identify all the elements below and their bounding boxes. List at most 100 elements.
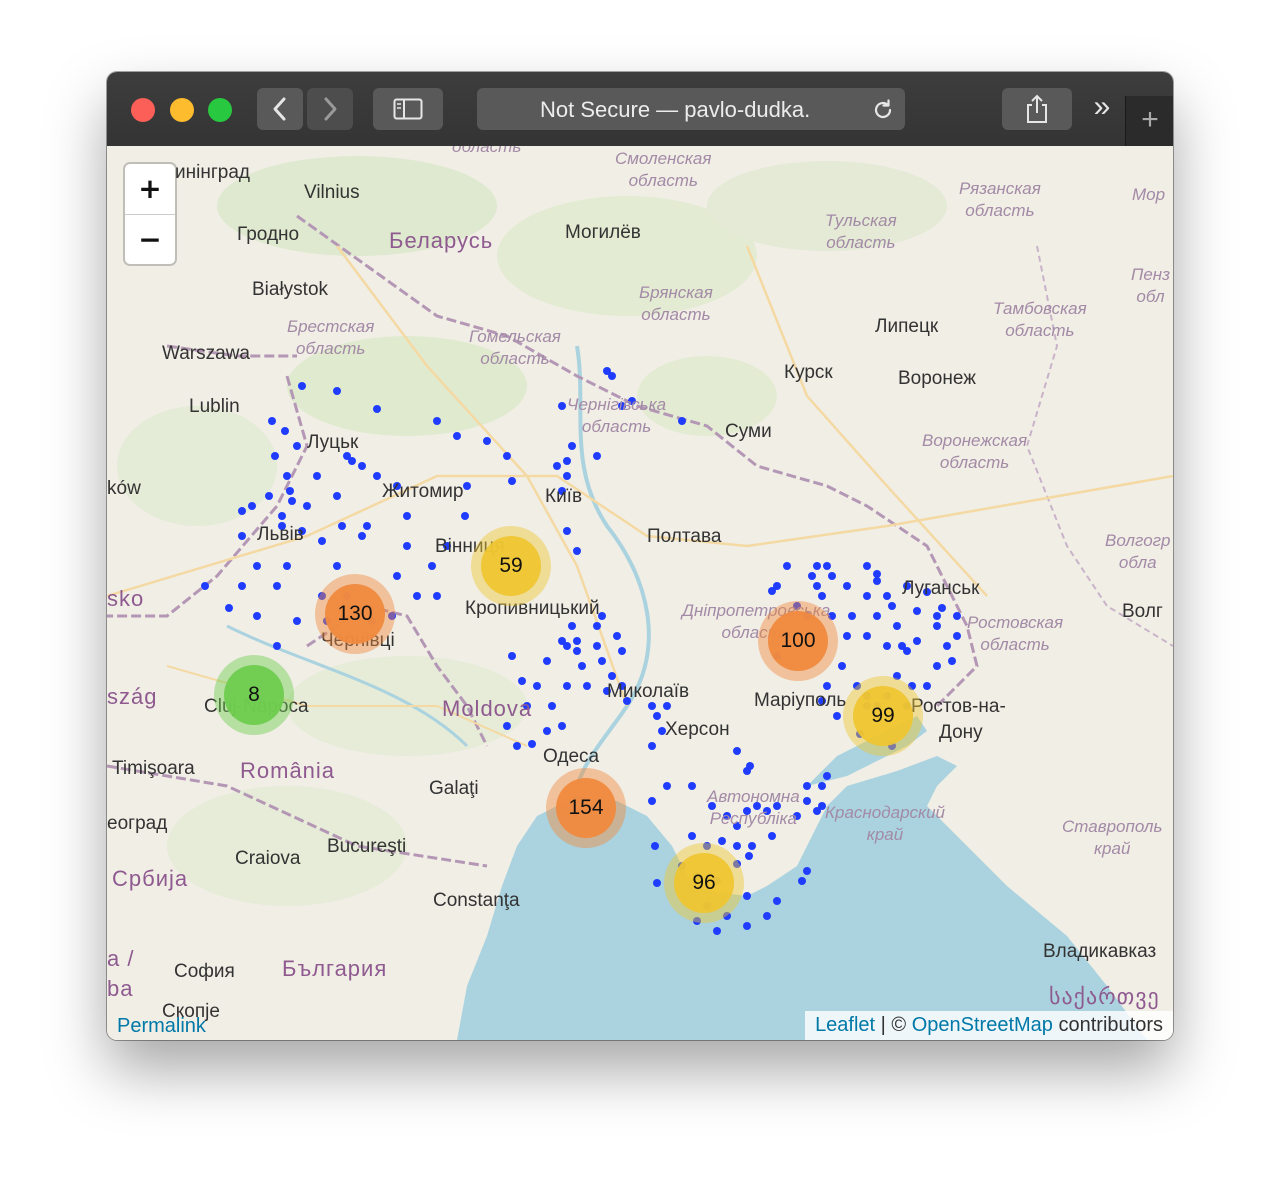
city-label-lublin: Lublin xyxy=(189,396,240,417)
city-label-sofia: София xyxy=(174,961,235,982)
city-label-kaliningrad: инінград xyxy=(175,162,250,183)
region-label-crimea: Автономна Республіка xyxy=(707,787,800,828)
reload-icon[interactable] xyxy=(871,98,895,122)
country-label-belarus: Беларусь xyxy=(389,228,494,253)
marker-cluster[interactable]: 99 xyxy=(843,676,923,756)
city-label-craiova: Craiova xyxy=(235,848,301,869)
city-label-luhansk: Луганськ xyxy=(902,578,980,599)
city-label-grodno: Гродно xyxy=(237,224,300,245)
browser-toolbar: Not Secure — pavlo-dudka. » + xyxy=(107,72,1173,147)
region-label-bryansk: Брянская область xyxy=(639,283,713,324)
city-label-timisoara: Timişoara xyxy=(112,758,195,779)
city-label-lviv: Львів xyxy=(257,524,304,545)
city-label-kursk: Курск xyxy=(784,362,833,383)
marker-cluster[interactable]: 154 xyxy=(546,768,626,848)
url-text: Not Secure — pavlo-dudka. xyxy=(540,97,811,122)
city-label-mariupol: Маріуполь xyxy=(754,690,847,711)
region-label-mor: Мор xyxy=(1132,185,1166,204)
sidebar-icon xyxy=(393,98,423,120)
region-label-gomel: Гомельская область xyxy=(469,327,561,368)
zoom-control: + − xyxy=(125,164,175,264)
marker-cluster-count: 96 xyxy=(674,853,734,913)
city-label-zhytomyr: Житомир xyxy=(382,481,464,502)
forward-button[interactable] xyxy=(307,88,353,130)
city-label-kherson: Херсон xyxy=(665,719,730,740)
zoom-window-button[interactable] xyxy=(208,98,232,122)
marker-cluster[interactable]: 100 xyxy=(758,601,838,681)
country-label-georgia: საქართვე xyxy=(1049,984,1160,1009)
city-label-poltava: Полтава xyxy=(647,526,722,547)
city-label-mykolaiv: Миколаїв xyxy=(607,681,690,702)
city-label-bucuresti: Bucureşti xyxy=(327,836,407,857)
city-label-galati: Galaţi xyxy=(429,778,479,799)
country-label-srbija: Србија xyxy=(112,866,189,891)
city-label-sumy: Суми xyxy=(725,421,772,442)
attribution-separator: | © xyxy=(875,1014,912,1036)
country-label-bulgaria: България xyxy=(282,956,388,981)
city-label-mogilev: Могилёв xyxy=(565,222,641,243)
city-label-vilnius: Vilnius xyxy=(304,182,360,203)
back-button[interactable] xyxy=(257,88,303,130)
country-label-a: a / xyxy=(107,946,135,971)
region-label-tambov: Тамбовская область xyxy=(993,299,1087,340)
region-label-stavropol: Ставрополь край xyxy=(1062,817,1163,858)
city-label-vladikavkaz: Владикавказ xyxy=(1043,941,1157,962)
marker-cluster[interactable]: 96 xyxy=(664,843,744,923)
region-label-brest: Брестская область xyxy=(287,317,375,358)
marker-cluster-count: 59 xyxy=(481,536,541,596)
city-label-warszawa: Warszawa xyxy=(162,343,250,364)
share-icon xyxy=(1027,94,1047,123)
country-label-ba: ba xyxy=(107,976,134,1001)
region-label-ryazan: Рязанская область xyxy=(959,179,1041,220)
marker-cluster[interactable]: 59 xyxy=(471,526,551,606)
city-label-volg: Волг xyxy=(1122,601,1163,622)
new-tab-button[interactable]: + xyxy=(1125,96,1173,146)
region-label-top: область xyxy=(452,146,522,156)
map-view[interactable]: инінград Vilnius Гродно Беларусь Могилёв… xyxy=(107,146,1173,1040)
country-label-szag: szág xyxy=(107,684,158,709)
city-label-voronezh: Воронеж xyxy=(898,368,976,389)
city-label-odesa: Одеса xyxy=(543,746,600,767)
share-button[interactable] xyxy=(1002,88,1072,130)
marker-cluster[interactable]: 8 xyxy=(214,655,294,735)
region-label-rostov: Ростовская область xyxy=(967,613,1064,654)
map-attribution: Leaflet | © OpenStreetMap contributors xyxy=(805,1011,1173,1040)
minimize-window-button[interactable] xyxy=(170,98,194,122)
chevron-left-icon xyxy=(273,97,286,121)
address-bar[interactable]: Not Secure — pavlo-dudka. xyxy=(477,88,905,130)
city-label-kropyvnytskyi: Кропивницький xyxy=(465,598,600,619)
region-label-chernihiv: Чернігівська область xyxy=(567,395,667,436)
region-label-penza: Пенз обл xyxy=(1131,265,1171,306)
leaflet-link[interactable]: Leaflet xyxy=(815,1014,875,1036)
marker-cluster[interactable]: 130 xyxy=(315,574,395,654)
city-label-lutsk: Луцьк xyxy=(307,432,359,453)
region-label-volgograd: Волгогр обла xyxy=(1105,531,1171,572)
city-label-lipetsk: Липецк xyxy=(875,316,939,337)
chevron-right-icon xyxy=(324,97,337,121)
marker-cluster-count: 130 xyxy=(325,584,385,644)
region-label-krasnodar: Краснодарский край xyxy=(825,803,945,844)
region-label-voronezh: Воронежская область xyxy=(922,431,1028,472)
country-label-sko: sko xyxy=(107,586,145,611)
permalink-link[interactable]: Permalink xyxy=(117,1015,206,1038)
country-label-moldova: Moldova xyxy=(442,696,533,721)
more-toolbar-icon[interactable]: » xyxy=(1087,92,1117,126)
marker-cluster-count: 154 xyxy=(556,778,616,838)
marker-cluster-count: 99 xyxy=(853,686,913,746)
marker-cluster-count: 100 xyxy=(768,611,828,671)
city-label-krakow: ków xyxy=(107,478,141,499)
city-label-bialystok: Białystok xyxy=(252,279,329,300)
marker-cluster-count: 8 xyxy=(224,665,284,725)
zoom-in-button[interactable]: + xyxy=(125,164,175,215)
attribution-contributors: contributors xyxy=(1052,1014,1163,1036)
zoom-out-button[interactable]: − xyxy=(125,215,175,265)
sidebar-button[interactable] xyxy=(373,88,443,130)
region-label-tula: Тульская область xyxy=(825,211,897,252)
city-label-kyiv: Київ xyxy=(545,486,583,507)
city-label-beograd: eоград xyxy=(107,813,168,834)
city-label-rostov-2: Дону xyxy=(939,722,983,743)
close-window-button[interactable] xyxy=(131,98,155,122)
browser-window: Not Secure — pavlo-dudka. » + инінград V… xyxy=(107,72,1173,1040)
country-label-romania: România xyxy=(240,758,336,783)
openstreetmap-link[interactable]: OpenStreetMap xyxy=(912,1014,1053,1036)
